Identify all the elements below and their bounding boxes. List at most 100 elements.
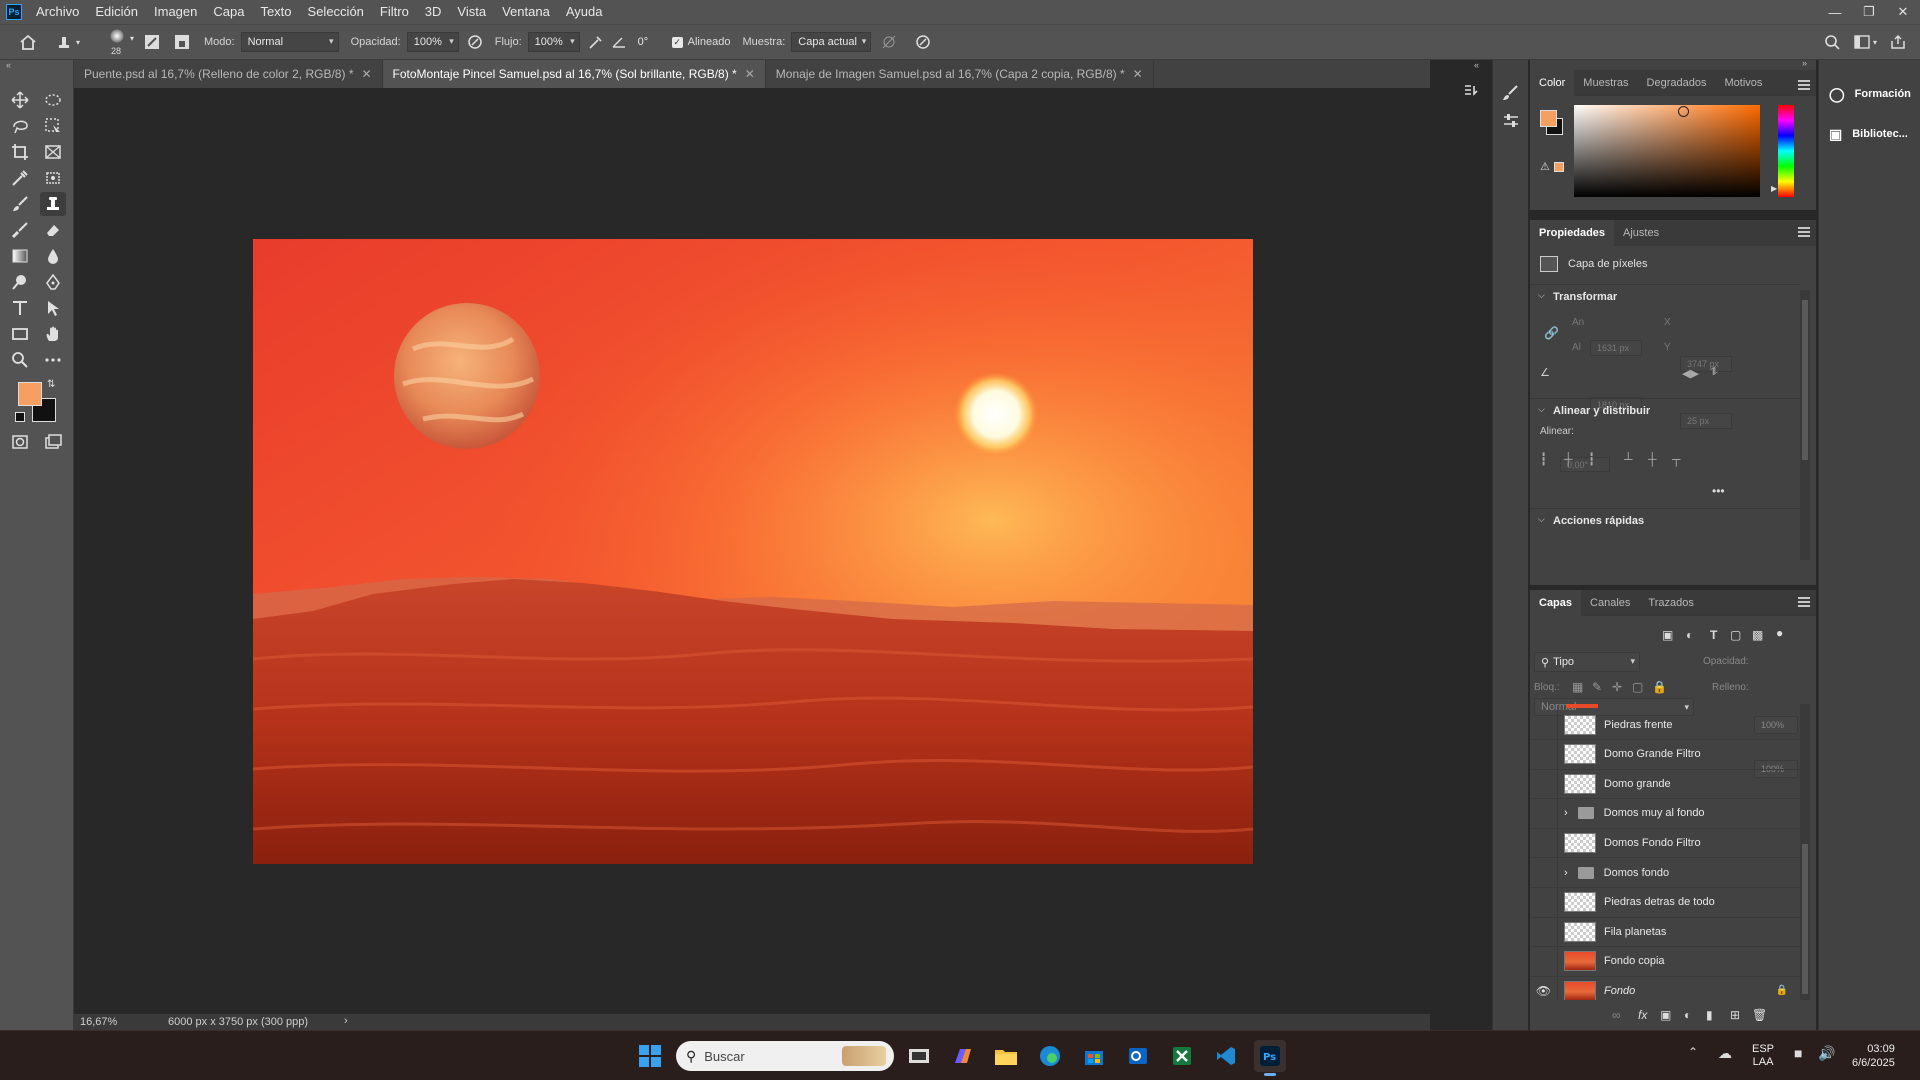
layer-row[interactable]: Domos Fondo Filtro — [1530, 827, 1800, 859]
onedrive-icon[interactable]: ☁ — [1718, 1045, 1732, 1062]
pen-tool-icon[interactable] — [40, 270, 66, 294]
hue-slider-handle-icon[interactable]: ▶ — [1771, 184, 1777, 193]
ignore-adjustment-icon[interactable] — [881, 34, 915, 50]
tab-ajustes[interactable]: Ajustes — [1614, 220, 1668, 246]
tab-color[interactable]: Color — [1530, 69, 1575, 96]
move-tool-icon[interactable] — [7, 88, 33, 112]
filter-toggle-icon[interactable]: ● — [1776, 626, 1783, 640]
clone-stamp-tool-icon[interactable] — [40, 192, 66, 216]
dodge-tool-icon[interactable] — [7, 270, 33, 294]
layers-scrollbar[interactable] — [1800, 704, 1810, 1000]
adjustments-panel-icon[interactable] — [1502, 112, 1520, 130]
expand-panels-icon[interactable]: « — [1474, 60, 1479, 70]
tab-degradados[interactable]: Degradados — [1638, 70, 1716, 96]
foreground-color-swatch[interactable] — [18, 382, 42, 406]
default-colors-icon[interactable] — [15, 412, 25, 422]
photoshop-taskbar-icon[interactable]: Ps — [1254, 1040, 1286, 1076]
y-input[interactable]: 25 px — [1680, 413, 1732, 429]
visibility-toggle-icon[interactable] — [1530, 857, 1558, 888]
zoom-level[interactable]: 16,67% — [80, 1016, 117, 1028]
tab-puente[interactable]: Puente.psd al 16,7% (Relleno de color 2,… — [74, 60, 383, 88]
menu-3d[interactable]: 3D — [417, 0, 450, 24]
menu-edicion[interactable]: Edición — [87, 0, 146, 24]
transform-title[interactable]: Transformar — [1553, 291, 1617, 303]
menu-capa[interactable]: Capa — [205, 0, 252, 24]
lasso-tool-icon[interactable] — [7, 114, 33, 138]
zoom-tool-icon[interactable] — [7, 348, 33, 372]
workspace-icon[interactable]: ▾ — [1854, 35, 1890, 49]
add-mask-icon[interactable]: ▣ — [1660, 1008, 1671, 1022]
tab-propiedades[interactable]: Propiedades — [1530, 219, 1615, 246]
visibility-toggle-icon[interactable] — [1530, 916, 1558, 947]
visibility-toggle-icon[interactable]: 👁 — [1530, 975, 1558, 1000]
crop-tool-icon[interactable] — [7, 140, 33, 164]
mode-select[interactable]: Normal ▾ — [240, 32, 339, 52]
lock-position-icon[interactable]: ✛ — [1612, 680, 1622, 694]
tab-canales[interactable]: Canales — [1581, 590, 1639, 616]
visibility-toggle-icon[interactable] — [1530, 739, 1558, 770]
panel-menu-icon[interactable] — [1798, 597, 1810, 609]
lock-image-icon[interactable]: ✎ — [1592, 680, 1602, 694]
close-tab-icon[interactable]: ✕ — [745, 67, 755, 81]
menu-imagen[interactable]: Imagen — [146, 0, 205, 24]
visibility-toggle-icon[interactable] — [1530, 827, 1558, 858]
collapse-toolbar-icon[interactable]: « — [6, 60, 11, 70]
layer-lock-icon[interactable]: 🔒 — [1776, 985, 1788, 996]
start-icon[interactable] — [634, 1040, 666, 1072]
align-right-icon[interactable]: ┇ — [1588, 452, 1595, 466]
menu-ayuda[interactable]: Ayuda — [558, 0, 611, 24]
language-indicator[interactable]: ESP LAA — [1752, 1043, 1774, 1069]
align-top-icon[interactable]: ┴ — [1624, 452, 1633, 466]
menu-filtro[interactable]: Filtro — [372, 0, 417, 24]
gamut-color-swatch[interactable] — [1554, 162, 1564, 172]
menu-vista[interactable]: Vista — [449, 0, 494, 24]
filter-smart-object-icon[interactable]: ▩ — [1752, 628, 1763, 642]
properties-scrollbar[interactable] — [1800, 290, 1810, 560]
filter-type-icon[interactable]: T — [1710, 628, 1717, 642]
visibility-toggle-icon[interactable] — [1530, 798, 1558, 829]
clone-stamp-preset-icon[interactable]: ▾ — [56, 34, 100, 50]
menu-seleccion[interactable]: Selección — [300, 0, 372, 24]
lock-all-icon[interactable]: 🔒 — [1652, 680, 1667, 694]
swap-colors-icon[interactable]: ⇅ — [47, 379, 55, 390]
history-panel-icon[interactable] — [1462, 82, 1480, 100]
clock[interactable]: 03:09 6/6/2025 — [1852, 1042, 1895, 1070]
collapse-right-panels-icon[interactable]: » — [1802, 58, 1807, 68]
new-layer-icon[interactable]: ⊞ — [1730, 1008, 1740, 1022]
pressure-size-icon[interactable] — [915, 34, 945, 50]
align-hcenter-icon[interactable]: ┼ — [1564, 452, 1573, 466]
type-tool-icon[interactable] — [7, 296, 33, 320]
tab-trazados[interactable]: Trazados — [1639, 590, 1702, 616]
align-vcenter-icon[interactable]: ┼ — [1648, 452, 1657, 466]
filter-shape-icon[interactable]: ▢ — [1730, 628, 1741, 642]
angle-input[interactable]: 0° — [632, 32, 662, 52]
close-icon[interactable]: ✕ — [1886, 0, 1920, 24]
panel-menu-icon[interactable] — [1798, 227, 1810, 239]
width-input[interactable]: 1631 px — [1590, 340, 1642, 356]
eraser-tool-icon[interactable] — [40, 218, 66, 242]
clone-source-icon[interactable] — [174, 34, 204, 50]
tab-fotomontaje[interactable]: FotoMontaje Pincel Samuel.psd al 16,7% (… — [382, 60, 766, 88]
hand-tool-icon[interactable] — [40, 322, 66, 346]
gradient-tool-icon[interactable] — [7, 244, 33, 268]
dock-bibliotecas[interactable]: ▣ Bibliotec... — [1819, 114, 1920, 154]
menu-archivo[interactable]: Archivo — [28, 0, 87, 24]
pressure-opacity-icon[interactable] — [467, 34, 491, 50]
lock-transparent-icon[interactable]: ▦ — [1572, 680, 1583, 694]
brush-size-picker[interactable]: 28 ▾ — [100, 25, 144, 59]
task-view-icon[interactable] — [903, 1040, 935, 1072]
outlook-icon[interactable] — [1122, 1040, 1154, 1072]
vscode-icon[interactable] — [1210, 1040, 1242, 1072]
visibility-toggle-icon[interactable] — [1530, 946, 1558, 977]
adjustment-layer-icon[interactable]: ◐ — [1684, 1008, 1691, 1022]
flip-vertical-icon[interactable]: ⥮ — [1710, 366, 1718, 379]
quick-actions-chevron-icon[interactable]: ⌵ — [1538, 514, 1545, 525]
close-tab-icon[interactable]: ✕ — [1133, 67, 1143, 81]
brush-settings-icon[interactable] — [144, 34, 174, 50]
quick-mask-icon[interactable] — [7, 430, 33, 454]
align-bottom-icon[interactable]: ┬ — [1672, 452, 1681, 466]
taskbar-search[interactable]: ⚲ Buscar — [676, 1041, 894, 1071]
restore-icon[interactable]: ❐ — [1852, 0, 1886, 24]
layer-row[interactable]: Domo grande — [1530, 768, 1800, 800]
menu-ventana[interactable]: Ventana — [494, 0, 558, 24]
